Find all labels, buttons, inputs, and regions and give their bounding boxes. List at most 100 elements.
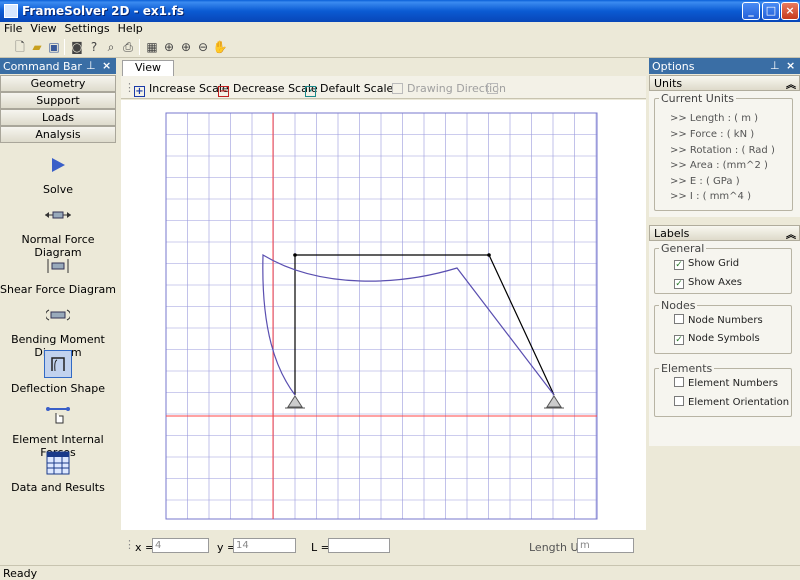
open-folder-icon[interactable]: ▰ [29, 39, 45, 55]
play-icon [44, 151, 72, 179]
extra-disabled-button[interactable] [487, 82, 502, 95]
command-panel: Solve Normal Force Diagram Shear Force D… [0, 145, 116, 565]
length-field[interactable] [328, 538, 390, 553]
menu-file[interactable]: File [0, 22, 26, 36]
default-scale-button[interactable]: · Default Scale [305, 82, 393, 97]
unit-force: >> Force : ( kN ) [670, 129, 755, 140]
x-field[interactable]: 4 [152, 538, 209, 553]
pin-icon[interactable]: ⊥ [770, 59, 780, 72]
pan-hand-icon[interactable]: ✋ [212, 39, 228, 55]
normal-force-icon [44, 201, 72, 229]
shear-force-command[interactable]: Shear Force Diagram [0, 251, 116, 296]
collapse-icon[interactable]: ︽ [786, 226, 796, 241]
options-title: Options [652, 60, 695, 73]
save-icon[interactable]: ▣ [46, 39, 62, 55]
new-file-icon[interactable]: 🗋 [12, 39, 28, 55]
length-unit-field[interactable]: m [577, 538, 634, 553]
print-icon[interactable]: ⎙ [120, 39, 136, 55]
show-grid-label: Show Grid [688, 258, 740, 269]
unit-e: >> E : ( GPa ) [670, 176, 740, 187]
hand-pointer-icon [44, 401, 72, 429]
coordinate-bar: ⋮ x = 4 y = 14 L = Length Unit m [121, 530, 646, 562]
help-icon[interactable]: ? [86, 39, 102, 55]
print-preview-icon[interactable]: ⌕ [103, 39, 119, 55]
show-grid-checkbox[interactable]: ✓ Show Grid [674, 258, 739, 270]
node-symbols-checkbox[interactable]: ✓ Node Symbols [674, 333, 760, 345]
tab-view-page[interactable]: View Page [122, 60, 174, 88]
checkbox-show-axes[interactable]: ✓ [674, 279, 684, 289]
grid-icon[interactable]: ▦ [144, 39, 160, 55]
zoom-in-icon[interactable]: ⊕ [178, 39, 194, 55]
elements-group: Elements [654, 362, 792, 417]
node-symbol [293, 253, 297, 257]
pin-support-left [285, 395, 305, 409]
shear-force-icon [44, 251, 72, 279]
status-text: Ready [3, 567, 38, 580]
category-analysis[interactable]: Analysis [0, 126, 116, 143]
checkbox-node-numbers[interactable] [674, 314, 684, 324]
element-orientation-checkbox[interactable]: Element Orientation [674, 396, 789, 408]
maximize-button[interactable]: □ [762, 2, 780, 20]
tab-bar [117, 58, 647, 76]
checkbox-element-orientation[interactable] [674, 396, 684, 406]
command-bar-header: Command Bar ⊥ × [0, 58, 116, 74]
solve-command[interactable]: Solve [0, 151, 116, 196]
pin-icon[interactable]: ⊥ [86, 59, 96, 72]
minus-icon: − [218, 86, 229, 97]
checkbox-element-numbers[interactable] [674, 377, 684, 387]
element-numbers-checkbox[interactable]: Element Numbers [674, 377, 778, 389]
category-loads[interactable]: Loads [0, 109, 116, 126]
menu-view[interactable]: View [26, 22, 60, 36]
y-field[interactable]: 14 [233, 538, 296, 553]
menu-settings[interactable]: Settings [61, 22, 114, 36]
direction-icon [392, 83, 403, 94]
node-numbers-checkbox[interactable]: Node Numbers [674, 314, 763, 326]
show-axes-checkbox[interactable]: ✓ Show Axes [674, 277, 742, 289]
decrease-scale-button[interactable]: − Decrease Scale [218, 82, 318, 97]
main-toolbar: 🗋 ▰ ▣ ◙ ? ⌕ ⎙ ▦ ⊕ ⊕ ⊖ ✋ [0, 36, 800, 58]
close-panel-icon[interactable]: × [786, 59, 795, 72]
nodes-group: Nodes [654, 299, 792, 354]
zoom-region-icon[interactable]: ⊕ [161, 39, 177, 55]
checkbox-show-grid[interactable]: ✓ [674, 260, 684, 270]
drawing-canvas[interactable] [121, 100, 646, 530]
collapse-icon[interactable]: ︽ [786, 76, 796, 91]
category-geometry[interactable]: Geometry [0, 75, 116, 92]
disabled-icon [487, 83, 498, 94]
close-button[interactable]: × [781, 2, 799, 20]
view-toolbar: ⋮ + Increase Scale − Decrease Scale · Defau… [121, 76, 646, 99]
category-support[interactable]: Support [0, 92, 116, 109]
element-numbers-label: Element Numbers [688, 378, 778, 389]
camera-icon[interactable]: ◙ [69, 39, 85, 55]
unit-length: >> Length : ( m ) [670, 113, 759, 124]
unit-rotation: >> Rotation : ( Rad ) [670, 145, 775, 156]
deflection-shape-command[interactable]: Deflection Shape [0, 350, 116, 395]
node-symbols-label: Node Symbols [688, 333, 760, 344]
menu-help[interactable]: Help [114, 22, 147, 36]
labels-section-header[interactable]: Labels ︽ [649, 225, 800, 241]
nodes-legend: Nodes [661, 299, 696, 312]
zoom-out-icon[interactable]: ⊖ [195, 39, 211, 55]
structure-drawing [165, 112, 598, 520]
deflection-shape-label: Deflection Shape [11, 382, 105, 395]
unit-area: >> Area : (mm^2 ) [670, 160, 768, 171]
deflection-curve [262, 253, 555, 396]
minimize-button[interactable]: _ [742, 2, 760, 20]
default-scale-icon: · [305, 86, 316, 97]
shear-force-label: Shear Force Diagram [0, 283, 116, 296]
pin-support-right [544, 395, 564, 409]
element-orientation-label: Element Orientation [688, 397, 790, 408]
increase-scale-label: Increase Scale [149, 82, 229, 95]
title-bar: FrameSolver 2D - ex1.fs _ □ × [0, 0, 800, 22]
increase-scale-button[interactable]: + Increase Scale [134, 82, 229, 97]
command-bar-title: Command Bar [3, 60, 82, 73]
status-bar: Ready [0, 565, 800, 580]
units-section-header[interactable]: Units ︽ [649, 75, 800, 91]
data-results-command[interactable]: Data and Results [0, 449, 116, 494]
deflection-shape-icon [44, 350, 72, 378]
node-symbol [487, 253, 491, 257]
checkbox-node-symbols[interactable]: ✓ [674, 335, 684, 345]
plus-icon: + [134, 86, 145, 97]
close-panel-icon[interactable]: × [102, 59, 111, 72]
data-results-label: Data and Results [11, 481, 105, 494]
